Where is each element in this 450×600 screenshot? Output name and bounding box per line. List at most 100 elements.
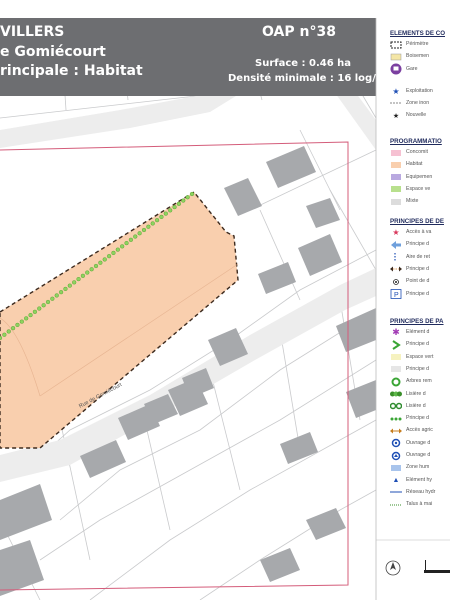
legend-item-label: Principe d: [406, 241, 430, 248]
hedge-dot: [146, 224, 151, 229]
legend-item-label: Point de d: [406, 278, 430, 285]
blue-ring2-icon: [390, 451, 402, 460]
legend-panel: ELEMENTS DE CO Périmètre Boisemen Gare ★ Expl…: [376, 18, 450, 600]
double-arrow-icon: [390, 265, 402, 274]
hedge-dot: [102, 257, 107, 262]
bus-icon: [390, 63, 402, 75]
hedge-dot: [54, 293, 59, 298]
hedge-dot: [189, 191, 195, 197]
hedge-dot: [185, 195, 190, 200]
hedge-dot: [63, 286, 68, 292]
hedge-dot: [168, 208, 173, 213]
hedge-dot: [159, 214, 164, 220]
commune-title: VILLERS: [0, 24, 65, 40]
surface-value: Surface : 0.46 ha: [255, 58, 352, 69]
legend-item-label: Exploitation: [406, 87, 433, 94]
dashed-line-icon: [390, 99, 402, 108]
dotted-arrow-icon: [390, 253, 402, 262]
hedge-dot: [19, 319, 24, 324]
blue-arrow-icon: [390, 240, 402, 249]
hedge-dot: [2, 332, 7, 337]
legend-section-title: PRINCIPES DE DE: [390, 218, 444, 225]
parking-icon: P: [390, 289, 402, 299]
hedge-dot: [115, 247, 120, 252]
pink-swatch-icon: [390, 148, 402, 157]
hedge-dot: [89, 267, 94, 272]
legend-item-label: Zone inon: [406, 99, 430, 106]
legend-item-label: Principe d: [406, 341, 430, 348]
hedge-dot: [41, 303, 46, 308]
green-chevron-icon: [390, 339, 402, 350]
hedge-dot: [72, 280, 77, 285]
legend-item-label: Concomit: [406, 149, 428, 155]
legend-item-label: Gare: [406, 65, 418, 72]
red-star-icon: ★: [392, 228, 400, 237]
dotted-line-icon: [390, 500, 402, 509]
legend-item-label: Principe d: [406, 265, 430, 272]
green-trees-icon: [390, 390, 402, 399]
legend-item-label: Equipemen: [406, 173, 433, 180]
legend-section-title: ELEMENTS DE CO: [390, 30, 446, 37]
blue-star-icon: ★: [392, 86, 400, 96]
legend-item-label: Accès agric: [406, 427, 433, 434]
legend-item-label: Principe d: [406, 290, 430, 297]
hedge-dot: [176, 201, 182, 206]
top-margin: [0, 0, 450, 18]
hedge-dot: [137, 231, 142, 236]
hedge-dot: [111, 250, 116, 256]
green-dots-icon: [390, 414, 402, 423]
hedge-dot: [37, 306, 42, 311]
hedge-dot: [128, 237, 134, 242]
hedge-dot: [28, 312, 33, 318]
lightgrey-swatch-icon: [390, 365, 402, 374]
orange-swatch-icon: [390, 160, 402, 169]
green-doublering-icon: [390, 402, 402, 411]
legend-item-label: Aire de ret: [406, 253, 430, 260]
hedge-dot: [15, 322, 20, 328]
legend-item-label: Zone hum: [406, 464, 430, 471]
legend-item-label: Boisemen: [406, 53, 430, 60]
legend-item-label: Lisière d: [406, 390, 426, 397]
hedge-dot: [98, 260, 103, 265]
hedge-dot: [45, 299, 51, 305]
hedge-dot: [85, 270, 90, 275]
legend-item-label: Mixte: [406, 198, 419, 205]
hedge-dot: [93, 263, 99, 269]
hedge-dot: [50, 296, 55, 301]
legend-item-label: Accès à va: [406, 229, 432, 235]
hedge-dot: [150, 221, 155, 226]
black-star-icon: ★: [392, 112, 400, 120]
grey-swatch-icon: [390, 197, 402, 206]
hedge-dot: [24, 316, 29, 321]
hedge-dot: [10, 326, 16, 331]
legend-item-label: Ouvrage d: [406, 452, 431, 458]
hedge-dot: [163, 211, 168, 216]
legend-item-label: Nouvelle: [406, 112, 427, 119]
oap-number: OAP n°38: [262, 24, 336, 40]
blue-triangle-icon: ▲: [392, 476, 400, 484]
hedge-dot: [120, 244, 125, 249]
legend-item-label: Principe d: [406, 415, 430, 422]
hedge-dot: [106, 254, 112, 259]
legend-item-label: Ouvrage d: [406, 439, 431, 446]
hedge-dot: [6, 329, 11, 334]
legend-item-label: Périmètre: [406, 41, 429, 47]
legend-item-label: Elément d: [406, 329, 430, 335]
orange-doublearrow-icon: [390, 426, 402, 435]
legend-item-label: Elément hy: [406, 476, 432, 483]
legend-item-label: Principe d: [406, 365, 430, 372]
hedge-dot: [32, 309, 38, 314]
hedge-dot: [154, 218, 160, 223]
svg-text:P: P: [394, 292, 399, 299]
density-value: Densité minimale : 16 log/ha: [228, 73, 390, 84]
hedge-dot: [58, 290, 64, 295]
lightyellow-swatch-icon: [390, 353, 402, 362]
hedge-dot: [80, 273, 86, 278]
blue-line-icon: [390, 488, 402, 497]
legend-section-title: PROGRAMMATIO: [390, 138, 442, 145]
green-swatch-icon: [390, 185, 402, 194]
legend-item-label: Arbres rem: [406, 378, 432, 385]
purple-flower-icon: ✱: [392, 327, 400, 337]
legend-item-label: Lisière d: [406, 402, 426, 409]
hedge-dot: [67, 283, 72, 288]
